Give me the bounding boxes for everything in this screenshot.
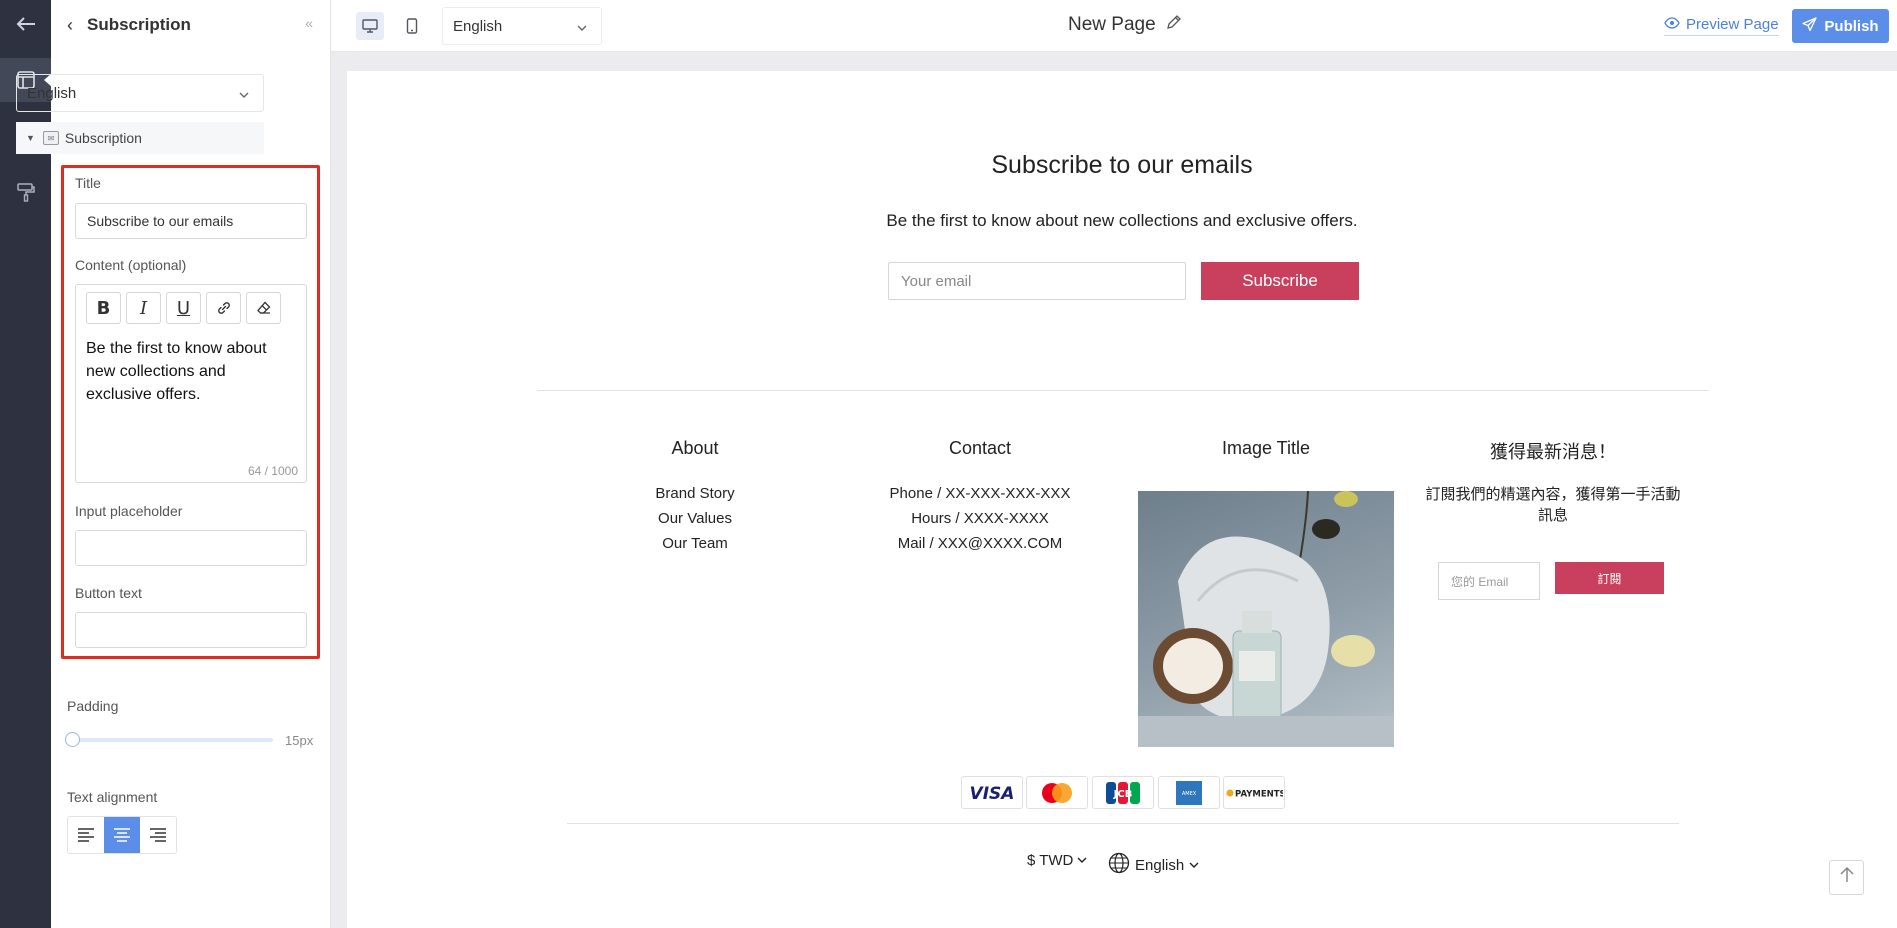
chevron-down-icon [1077,852,1087,869]
newsletter-email-input[interactable]: 您的 Email [1438,562,1540,600]
payments-icon: PAYMENTS [1223,776,1285,809]
content-label: Content (optional) [75,257,187,273]
padding-label: Padding [67,698,119,714]
bold-icon[interactable]: B [86,292,121,324]
chevron-down-icon [239,87,249,104]
italic-icon[interactable]: I [126,292,161,324]
contact-title: Contact [948,438,1012,458]
publish-label: Publish [1824,17,1879,35]
back-arrow-icon[interactable] [0,2,51,46]
subscribe-button[interactable]: Subscribe [1201,262,1359,300]
arrow-up-icon [1839,866,1854,888]
title-label: Title [75,175,101,191]
amex-icon: AMEX [1158,776,1220,809]
page-name[interactable]: New Page [1068,14,1182,36]
currency-selector[interactable]: $ TWD [1027,852,1087,869]
chevron-down-icon [1189,857,1199,874]
title-input[interactable] [75,203,307,239]
preview-page-link[interactable]: Preview Page [1664,16,1779,36]
content-editor[interactable]: B I U Be the first to know about new col… [75,284,307,483]
subscribe-title[interactable]: Subscribe to our emails [347,151,1897,180]
char-counter: 64 / 1000 [247,464,298,478]
top-language-select[interactable]: English [442,7,602,45]
placeholder-input[interactable] [75,530,307,566]
subscribe-content[interactable]: Be the first to know about new collectio… [347,211,1897,231]
globe-icon [1108,852,1130,878]
align-right-icon[interactable] [140,817,176,853]
alignment-label: Text alignment [67,789,158,805]
section-subscription[interactable]: ▼ ✉ Subscription [16,122,264,154]
mobile-icon[interactable] [398,12,426,40]
page-canvas: Subscribe to our emails Be the first to … [347,71,1897,928]
svg-text:JCB: JCB [1113,789,1133,800]
visa-icon: VISA [961,776,1023,809]
footer-language-value: English [1135,856,1185,874]
desktop-icon[interactable] [356,12,384,40]
footer-image-column: Image Title [1136,438,1396,459]
divider [567,823,1679,824]
page-name-text: New Page [1068,14,1156,35]
editor-toolbar: B I U [86,292,281,324]
panel-language-value: English [27,84,77,102]
button-text-input[interactable] [75,612,307,648]
chevron-down-icon [577,20,587,37]
caret-down-icon: ▼ [26,133,35,143]
send-icon [1802,16,1818,36]
contact-mail: Mail / XXX@XXXX.COM [897,535,1063,552]
paint-roller-icon[interactable] [0,170,51,214]
eraser-icon[interactable] [246,292,281,324]
svg-text:AMEX: AMEX [1182,791,1197,797]
underline-icon[interactable]: U [166,292,201,324]
link-icon[interactable] [206,292,241,324]
image-title: Image Title [1221,438,1311,458]
panel-language-select[interactable]: English [16,74,264,112]
placeholder-label: Input placeholder [75,503,183,519]
footer-language-selector[interactable]: English [1108,852,1199,878]
align-left-icon[interactable] [68,817,104,853]
contact-hours: Hours / XXXX-XXXX [911,510,1049,527]
padding-value: 15px [285,733,314,748]
svg-text:PAYMENTS: PAYMENTS [1235,789,1283,799]
preview-label: Preview Page [1686,16,1779,33]
eye-icon [1664,16,1680,33]
align-center-icon[interactable] [104,817,140,853]
publish-button[interactable]: Publish [1792,9,1889,43]
content-text[interactable]: Be the first to know about new collectio… [86,337,291,406]
section-label: Subscription [64,130,142,146]
collapse-panel-icon[interactable]: « [305,15,313,31]
newsletter-desc: 訂閱我們的精選內容，獲得第一手活動訊息 [1425,486,1681,524]
slider-knob[interactable] [65,732,80,747]
footer-link[interactable]: Our Values [565,506,825,531]
footer-newsletter: 獲得最新消息！ 訂閱我們的精選內容，獲得第一手活動訊息 [1423,438,1683,526]
pencil-icon[interactable] [1166,14,1182,36]
footer-link[interactable]: Brand Story [565,481,825,506]
chevron-left-icon[interactable]: ‹ [67,15,73,36]
email-input[interactable]: Your email [888,262,1186,300]
scroll-top-button[interactable] [1829,860,1864,895]
footer-about: About Brand Story Our Values Our Team [565,438,825,556]
footer-contact: Contact Phone / XX-XXX-XXX-XXX Hours / X… [850,438,1110,556]
mail-icon: ✉ [42,131,59,145]
top-language-value: English [453,17,503,35]
panel-title: Subscription [87,15,191,34]
mastercard-icon [1026,776,1088,809]
footer-link[interactable]: Our Team [565,531,825,556]
contact-phone: Phone / XX-XXX-XXX-XXX [889,485,1071,502]
alignment-group [67,816,177,854]
footer-image [1138,491,1394,747]
top-bar: English New Page Preview Page Publish [331,0,1897,52]
jcb-icon: JCB [1092,776,1154,809]
divider [537,390,1709,391]
newsletter-subscribe-button[interactable]: 訂閱 [1555,562,1664,594]
svg-text:VISA: VISA [970,784,1015,803]
currency-value: $ TWD [1027,852,1074,869]
newsletter-title: 獲得最新消息！ [1490,442,1616,462]
button-text-label: Button text [75,585,142,601]
about-title: About [671,438,719,458]
panel-header: ‹ Subscription « [51,0,331,50]
padding-slider[interactable] [65,732,273,747]
